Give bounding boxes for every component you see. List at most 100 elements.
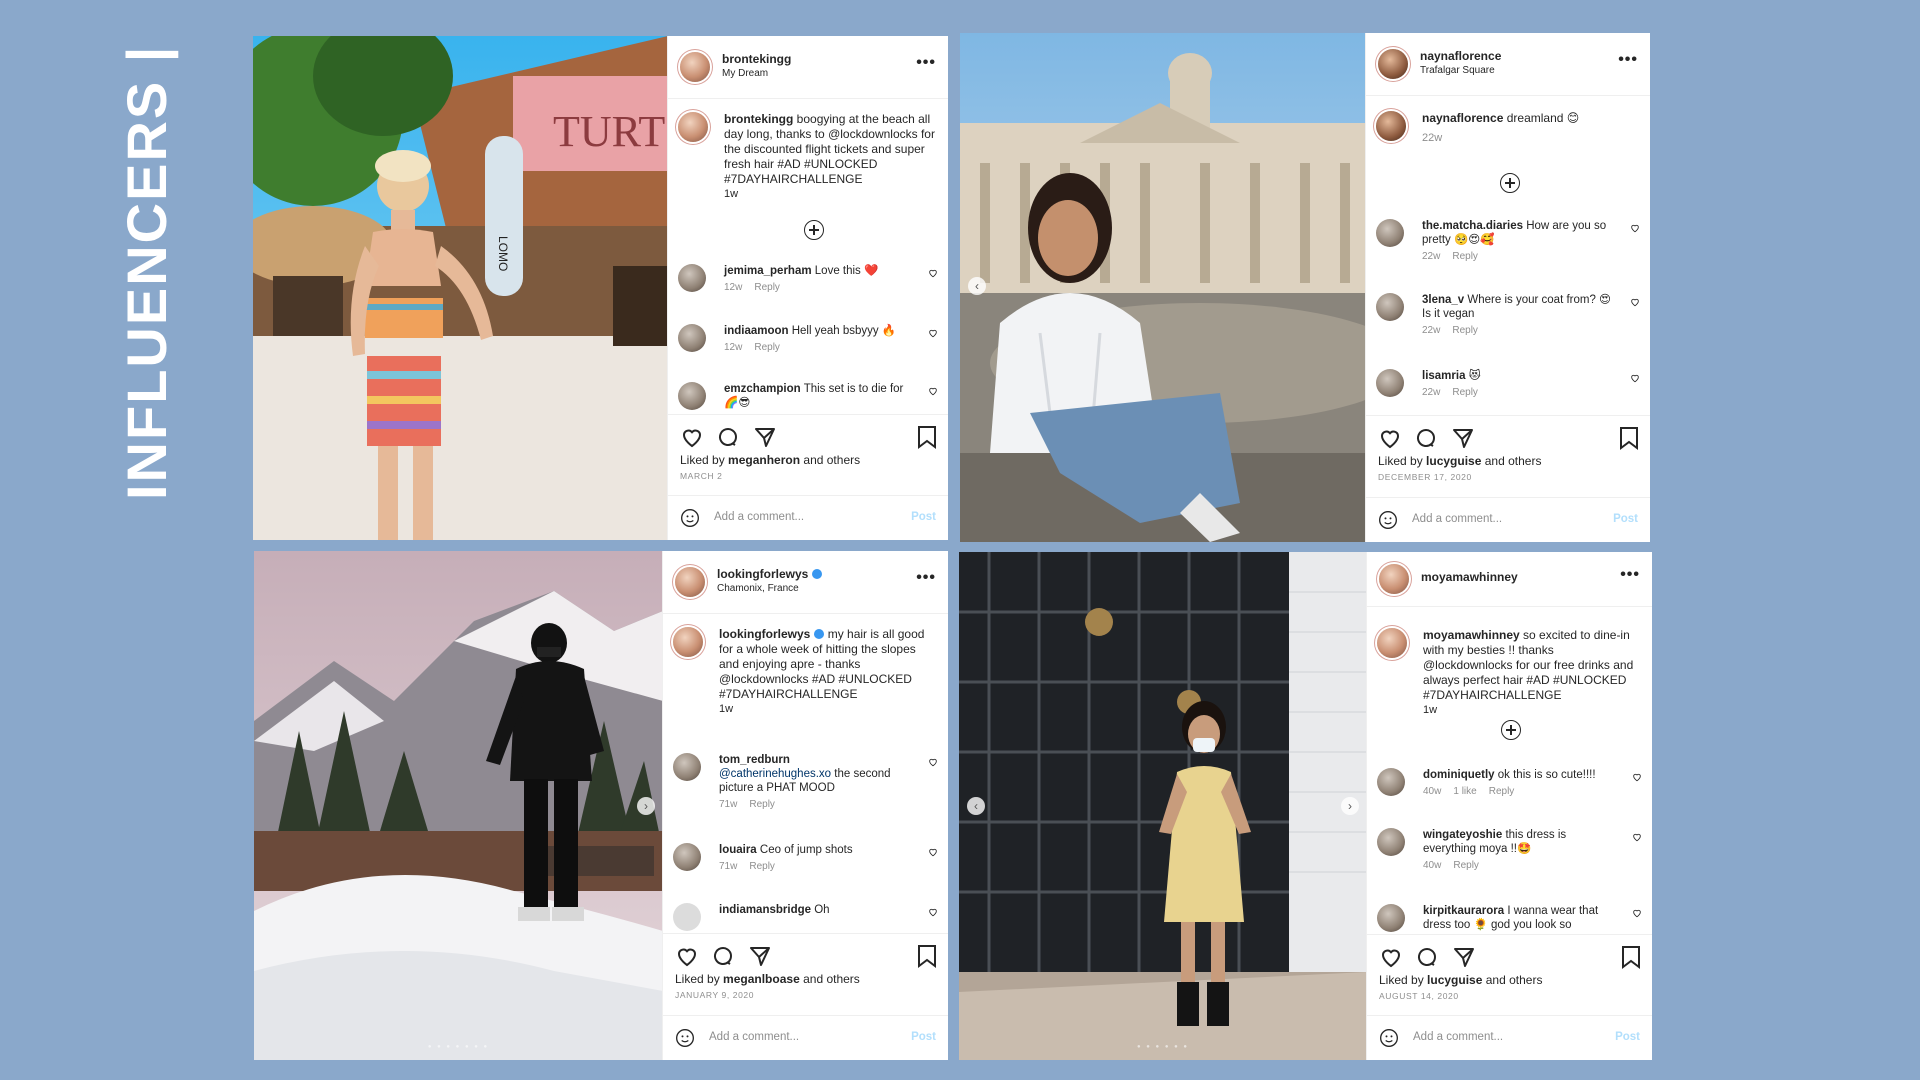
previous-photo-arrow-icon[interactable]: ‹: [968, 277, 986, 295]
comment-like-heart-icon[interactable]: [928, 847, 938, 857]
post-username[interactable]: moyamawhinney: [1421, 570, 1518, 584]
comment-bubble-icon[interactable]: [716, 425, 740, 449]
reply-button[interactable]: Reply: [1453, 860, 1479, 871]
post-comment-button[interactable]: Post: [911, 511, 936, 523]
commenter-avatar[interactable]: [1377, 768, 1405, 796]
caption-avatar[interactable]: [678, 112, 708, 142]
reply-button[interactable]: Reply: [1452, 387, 1478, 398]
post-photo-beach[interactable]: TURT LOMO: [253, 36, 668, 540]
more-options-icon[interactable]: •••: [916, 54, 936, 72]
post-username[interactable]: naynaflorence: [1420, 49, 1501, 63]
add-comment-input[interactable]: Add a comment...: [1412, 513, 1502, 525]
post-location[interactable]: Trafalgar Square: [1420, 65, 1495, 76]
commenter-avatar[interactable]: [1376, 369, 1404, 397]
emoji-smile-icon[interactable]: [1378, 510, 1398, 530]
like-heart-icon[interactable]: [1378, 426, 1402, 450]
commenter-avatar[interactable]: [678, 382, 706, 410]
reply-button[interactable]: Reply: [1452, 325, 1478, 336]
comment-like-heart-icon[interactable]: [928, 907, 938, 917]
comment-like-heart-icon[interactable]: [928, 268, 938, 278]
caption-username[interactable]: lookingforlewys: [719, 627, 810, 641]
comment-username[interactable]: louaira: [719, 844, 757, 856]
more-options-icon[interactable]: •••: [1620, 566, 1640, 584]
load-more-comments-icon[interactable]: [804, 220, 824, 240]
caption-username[interactable]: naynaflorence: [1422, 111, 1503, 125]
user-avatar[interactable]: [680, 52, 710, 82]
comment-username[interactable]: jemima_perham: [724, 265, 812, 277]
comment-bubble-icon[interactable]: [1414, 426, 1438, 450]
post-photo-trafalgar[interactable]: ‹: [960, 33, 1366, 542]
comment-username[interactable]: emzchampion: [724, 383, 801, 395]
post-comment-button[interactable]: Post: [1613, 513, 1638, 525]
comment-username[interactable]: indiamansbridge: [719, 904, 811, 916]
reply-button[interactable]: Reply: [749, 861, 775, 872]
comment-like-heart-icon[interactable]: [1630, 297, 1640, 307]
reply-button[interactable]: Reply: [1452, 251, 1478, 262]
load-more-comments-icon[interactable]: [1500, 173, 1520, 193]
caption-avatar[interactable]: [1377, 628, 1407, 658]
commenter-avatar[interactable]: [1377, 904, 1405, 932]
comment-username[interactable]: wingateyoshie: [1423, 829, 1502, 841]
commenter-avatar[interactable]: [1376, 219, 1404, 247]
post-photo-snow-mountains[interactable]: › ● ● ● ● ● ● ●: [254, 551, 663, 1060]
share-paper-plane-icon[interactable]: [1452, 945, 1476, 969]
comment-like-heart-icon[interactable]: [1632, 772, 1642, 782]
reply-button[interactable]: Reply: [754, 342, 780, 353]
commenter-avatar[interactable]: [678, 264, 706, 292]
bookmark-icon[interactable]: [916, 944, 938, 968]
user-avatar[interactable]: [1378, 49, 1408, 79]
commenter-avatar[interactable]: [673, 843, 701, 871]
post-username[interactable]: brontekingg: [722, 52, 791, 66]
comment-username[interactable]: 3lena_v: [1422, 294, 1464, 306]
liked-by-user[interactable]: lucyguise: [1426, 454, 1481, 468]
like-heart-icon[interactable]: [680, 425, 704, 449]
comment-username[interactable]: the.matcha.diaries: [1422, 220, 1523, 232]
more-options-icon[interactable]: •••: [1618, 51, 1638, 69]
emoji-smile-icon[interactable]: [1379, 1028, 1399, 1048]
user-avatar[interactable]: [675, 567, 705, 597]
commenter-avatar[interactable]: [1376, 293, 1404, 321]
comment-like-heart-icon[interactable]: [1630, 223, 1640, 233]
add-comment-input[interactable]: Add a comment...: [714, 511, 804, 523]
comment-like-heart-icon[interactable]: [1630, 373, 1640, 383]
comment-like-heart-icon[interactable]: [1632, 908, 1642, 918]
like-heart-icon[interactable]: [1379, 945, 1403, 969]
post-location[interactable]: My Dream: [722, 68, 768, 79]
share-paper-plane-icon[interactable]: [753, 425, 777, 449]
post-photo-street-dress[interactable]: ‹ › ● ● ● ● ● ●: [959, 552, 1367, 1060]
next-photo-arrow-icon[interactable]: ›: [637, 797, 655, 815]
add-comment-input[interactable]: Add a comment...: [1413, 1031, 1503, 1043]
comment-username[interactable]: indiaamoon: [724, 325, 789, 337]
liked-by-user[interactable]: lucyguise: [1427, 973, 1482, 987]
comment-like-heart-icon[interactable]: [928, 386, 938, 396]
comment-username[interactable]: kirpitkaurarora: [1423, 905, 1504, 917]
share-paper-plane-icon[interactable]: [1451, 426, 1475, 450]
comment-likes-count[interactable]: 1 like: [1453, 786, 1476, 797]
add-comment-input[interactable]: Add a comment...: [709, 1031, 799, 1043]
commenter-avatar[interactable]: [1377, 828, 1405, 856]
next-photo-arrow-icon[interactable]: ›: [1341, 797, 1359, 815]
emoji-smile-icon[interactable]: [680, 508, 700, 528]
comment-like-heart-icon[interactable]: [1632, 832, 1642, 842]
bookmark-icon[interactable]: [916, 425, 938, 449]
comment-like-heart-icon[interactable]: [928, 757, 938, 767]
comment-username[interactable]: lisamria: [1422, 370, 1465, 382]
liked-by-user[interactable]: meganheron: [728, 453, 800, 467]
post-location[interactable]: Chamonix, France: [717, 583, 799, 594]
more-options-icon[interactable]: •••: [916, 569, 936, 587]
reply-button[interactable]: Reply: [1489, 786, 1515, 797]
commenter-avatar[interactable]: [673, 903, 701, 931]
caption-username[interactable]: brontekingg: [724, 112, 793, 126]
comment-like-heart-icon[interactable]: [928, 328, 938, 338]
user-avatar[interactable]: [1379, 564, 1409, 594]
comment-username[interactable]: tom_redburn: [719, 754, 790, 766]
comment-mention-link[interactable]: @catherinehughes.xo: [719, 768, 831, 780]
caption-username[interactable]: moyamawhinney: [1423, 628, 1520, 642]
caption-avatar[interactable]: [1376, 111, 1406, 141]
emoji-smile-icon[interactable]: [675, 1028, 695, 1048]
post-username[interactable]: lookingforlewys: [717, 567, 823, 581]
commenter-avatar[interactable]: [673, 753, 701, 781]
comment-username[interactable]: dominiquetly: [1423, 769, 1495, 781]
liked-by-user[interactable]: meganlboase: [723, 972, 800, 986]
reply-button[interactable]: Reply: [754, 282, 780, 293]
